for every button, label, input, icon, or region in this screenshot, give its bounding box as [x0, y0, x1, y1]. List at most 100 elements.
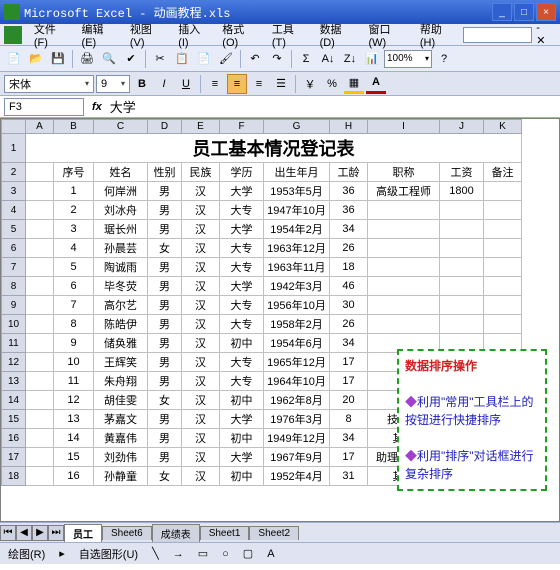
cell[interactable]: 4 [54, 239, 94, 258]
cell[interactable]: 陶诚雨 [94, 258, 148, 277]
cell[interactable]: 10 [54, 353, 94, 372]
format-painter-button[interactable]: 🖌 [216, 49, 236, 69]
align-center-button[interactable]: ≡ [227, 74, 247, 94]
cell[interactable]: 学历 [220, 163, 264, 182]
cell[interactable]: 男 [148, 448, 182, 467]
underline-button[interactable]: U [176, 74, 196, 94]
sheet-tab[interactable]: Sheet2 [249, 526, 299, 540]
col-header[interactable]: K [484, 120, 522, 134]
sheet-tab[interactable]: 员工 [64, 524, 102, 542]
sheet-tab[interactable]: Sheet1 [200, 526, 250, 540]
cell[interactable]: 男 [148, 277, 182, 296]
textbox-icon[interactable]: ▢ [239, 546, 257, 561]
cell[interactable]: 男 [148, 296, 182, 315]
cell[interactable] [368, 315, 440, 334]
cell[interactable]: 男 [148, 220, 182, 239]
maximize-button[interactable]: □ [514, 3, 534, 21]
cell[interactable] [484, 220, 522, 239]
cell[interactable]: 初中 [220, 429, 264, 448]
cut-button[interactable]: ✂ [150, 49, 170, 69]
cell[interactable]: 1962年8月 [264, 391, 330, 410]
cell[interactable] [26, 315, 54, 334]
cell[interactable]: 高尔艺 [94, 296, 148, 315]
tab-nav-last[interactable]: ⏭ [48, 525, 64, 541]
cell[interactable]: 女 [148, 239, 182, 258]
cell[interactable]: 1963年12月 [264, 239, 330, 258]
cell[interactable]: 15 [54, 448, 94, 467]
cell[interactable]: 1 [54, 182, 94, 201]
cell[interactable]: 1947年10月 [264, 201, 330, 220]
menu-window[interactable]: 窗口(W) [363, 19, 414, 51]
arrow-icon[interactable]: → [169, 547, 188, 561]
col-header[interactable]: I [368, 120, 440, 134]
cell[interactable]: 16 [54, 467, 94, 486]
cell[interactable] [26, 201, 54, 220]
tab-nav-prev[interactable]: ◀ [16, 525, 32, 541]
cell[interactable] [368, 220, 440, 239]
cell[interactable]: 女 [148, 467, 182, 486]
cell[interactable]: 大学 [220, 410, 264, 429]
row-header[interactable]: 14 [2, 391, 26, 410]
help-search-box[interactable] [463, 27, 532, 43]
cell[interactable]: 34 [330, 334, 368, 353]
cell[interactable] [440, 201, 484, 220]
row-header[interactable]: 15 [2, 410, 26, 429]
cell[interactable] [368, 296, 440, 315]
cell[interactable]: 5 [54, 258, 94, 277]
cell[interactable]: 汉 [182, 258, 220, 277]
cell[interactable] [484, 201, 522, 220]
cell[interactable] [26, 372, 54, 391]
table-title-cell[interactable]: 员工基本情况登记表 [26, 134, 522, 163]
cell[interactable]: 汉 [182, 182, 220, 201]
currency-button[interactable]: ￥ [300, 74, 320, 94]
col-header[interactable]: C [94, 120, 148, 134]
cell[interactable]: 31 [330, 467, 368, 486]
cell[interactable]: 20 [330, 391, 368, 410]
cell[interactable]: 2 [54, 201, 94, 220]
cell[interactable]: 工资 [440, 163, 484, 182]
cell[interactable] [440, 277, 484, 296]
cell[interactable]: 1949年12月 [264, 429, 330, 448]
cell[interactable] [26, 220, 54, 239]
cell[interactable]: 男 [148, 201, 182, 220]
cell[interactable]: 女 [148, 391, 182, 410]
tab-nav-first[interactable]: ⏮ [0, 525, 16, 541]
cell[interactable]: 1954年6月 [264, 334, 330, 353]
cell[interactable] [26, 334, 54, 353]
cell[interactable]: 17 [330, 448, 368, 467]
cell[interactable]: 刘劲伟 [94, 448, 148, 467]
cell[interactable] [440, 239, 484, 258]
print-button[interactable]: 🖨 [77, 49, 97, 69]
row-header[interactable]: 16 [2, 429, 26, 448]
cell[interactable]: 汉 [182, 410, 220, 429]
cell[interactable] [484, 296, 522, 315]
cell[interactable]: 男 [148, 353, 182, 372]
cell[interactable]: 男 [148, 258, 182, 277]
cell[interactable]: 13 [54, 410, 94, 429]
line-icon[interactable]: ╲ [148, 546, 163, 561]
paste-button[interactable]: 📄 [194, 49, 214, 69]
cell[interactable]: 胡佳雯 [94, 391, 148, 410]
cell[interactable]: 1965年12月 [264, 353, 330, 372]
cell[interactable]: 17 [330, 353, 368, 372]
tab-nav-next[interactable]: ▶ [32, 525, 48, 541]
cell[interactable]: 工龄 [330, 163, 368, 182]
cell[interactable]: 46 [330, 277, 368, 296]
cell[interactable] [26, 410, 54, 429]
wordart-icon[interactable]: A [263, 547, 278, 561]
chart-button[interactable]: 📊 [362, 49, 382, 69]
font-size-combo[interactable]: 9▾ [96, 75, 130, 93]
row-header[interactable]: 12 [2, 353, 26, 372]
sort-desc-button[interactable]: Z↓ [340, 49, 360, 69]
menu-tools[interactable]: 工具(T) [266, 19, 314, 51]
menu-insert[interactable]: 插入(I) [172, 19, 216, 51]
col-header[interactable]: E [182, 120, 220, 134]
menu-file[interactable]: 文件(F) [28, 19, 76, 51]
cell[interactable] [440, 258, 484, 277]
cell[interactable]: 大专 [220, 296, 264, 315]
align-right-button[interactable]: ≡ [249, 74, 269, 94]
cell[interactable]: 7 [54, 296, 94, 315]
col-header[interactable]: A [26, 120, 54, 134]
oval-icon[interactable]: ○ [218, 547, 233, 561]
copy-button[interactable]: 📋 [172, 49, 192, 69]
